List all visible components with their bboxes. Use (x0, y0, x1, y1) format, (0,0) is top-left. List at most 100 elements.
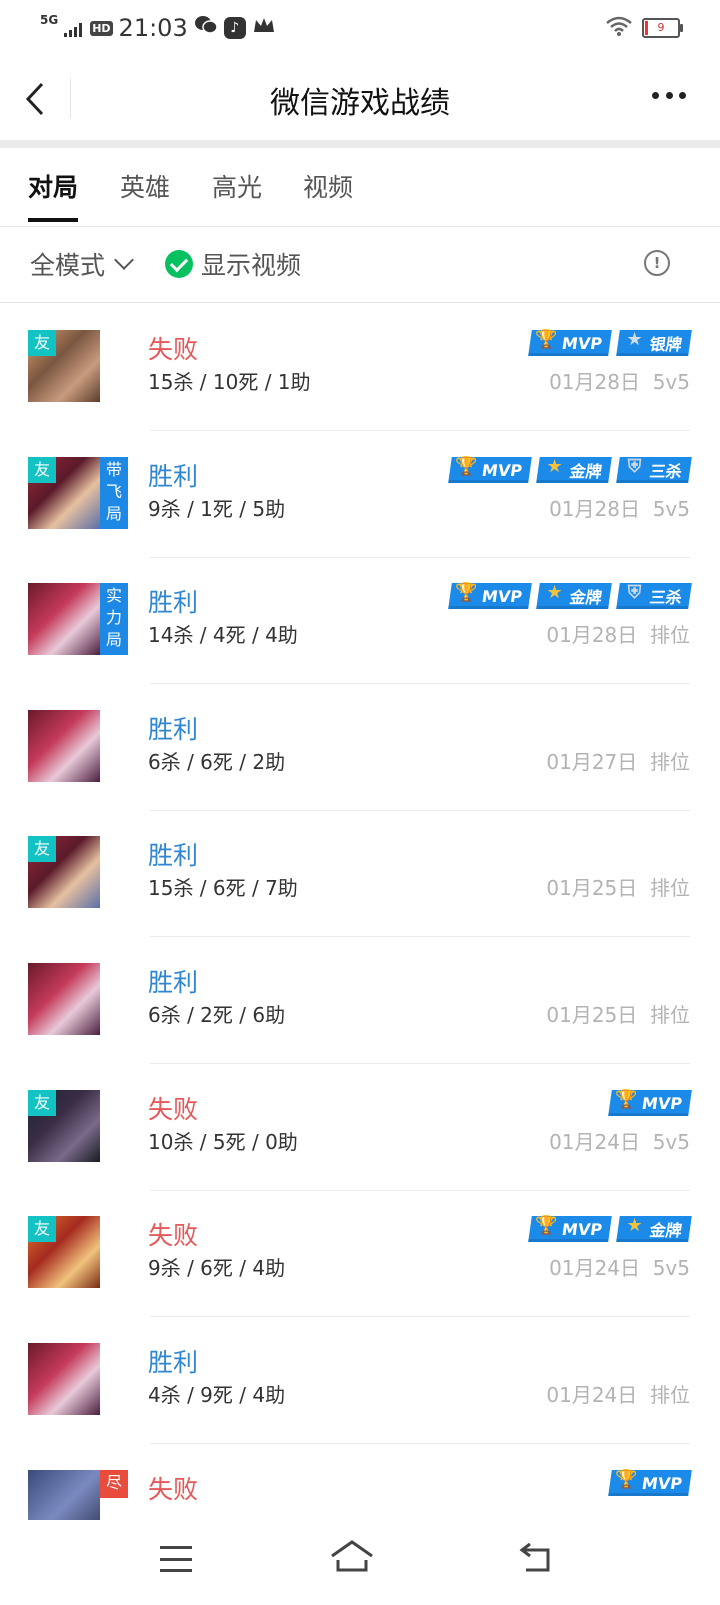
match-meta: 01月25日 排位 (546, 876, 690, 900)
friend-tag: 友 (28, 330, 56, 356)
match-kda: 15杀 / 6死 / 7助 (148, 876, 298, 900)
match-row[interactable]: 胜利 4杀 / 9死 / 4助 01月24日 排位 (0, 1315, 720, 1444)
wechat-icon (194, 14, 218, 42)
shield-icon: ⛨ (627, 581, 642, 603)
skill-tag: 实力局 (100, 583, 128, 655)
match-kda: 9杀 / 6死 / 4助 (148, 1256, 286, 1280)
gold-medal-badge: ★ 金牌 (536, 582, 612, 609)
match-result: 胜利 (148, 968, 199, 997)
shield-icon: ⛨ (627, 455, 642, 477)
more-icon[interactable] (652, 92, 686, 100)
star-icon: ★ (546, 455, 563, 477)
mvp-badge: 🏆 MVP (448, 456, 532, 483)
status-tag: 尽 (100, 1470, 128, 1498)
show-video-toggle[interactable]: 显示视频 (165, 246, 301, 282)
match-row[interactable]: 胜利 6杀 / 6死 / 2助 01月27日 排位 (0, 682, 720, 811)
match-row[interactable]: 友 失败 10杀 / 5死 / 0助 🏆 MVP 01月24日 5v5 (0, 1062, 720, 1191)
info-icon[interactable]: ! (644, 250, 670, 276)
mvp-badge: 🏆 MVP (528, 1215, 612, 1242)
page-title: 微信游戏战绩 (270, 86, 450, 121)
silver-medal-badge: ★ 银牌 (616, 329, 692, 356)
match-kda: 4杀 / 9死 / 4助 (148, 1383, 286, 1407)
check-circle-icon[interactable] (165, 250, 193, 278)
match-kda: 9杀 / 1死 / 5助 (148, 497, 286, 521)
tab-bar: 对局 英雄 高光 视频 (0, 148, 720, 227)
mode-label: 全模式 (30, 251, 106, 280)
mvp-badge: 🏆 MVP (448, 582, 532, 609)
match-meta: 01月28日 5v5 (549, 497, 690, 521)
match-meta: 01月24日 5v5 (549, 1130, 690, 1154)
badge-group: 🏆 MVP (608, 1089, 692, 1116)
status-right: 9 (606, 16, 683, 40)
hd-indicator: HD (90, 20, 113, 36)
friend-tag: 友 (28, 1090, 56, 1116)
match-result: 失败 (148, 335, 199, 364)
match-result: 胜利 (148, 462, 199, 491)
match-meta: 01月25日 排位 (546, 1003, 690, 1027)
star-icon: ★ (546, 581, 563, 603)
match-result: 失败 (148, 1221, 199, 1250)
tiktok-icon: ♪ (223, 17, 246, 39)
back-nav-icon[interactable] (518, 1540, 554, 1574)
mode-dropdown[interactable]: 全模式 (30, 246, 134, 282)
match-row[interactable]: 友 失败 15杀 / 10死 / 1助 🏆 MVP ★ 银牌 01月28日 5v5 (0, 302, 720, 431)
friend-tag: 友 (28, 836, 56, 862)
hero-avatar (28, 1470, 100, 1520)
status-bar: 5G HD 21:03 ♪ 9 (0, 0, 720, 56)
menu-icon[interactable] (160, 1546, 192, 1572)
match-kda: 6杀 / 6死 / 2助 (148, 750, 286, 774)
match-kda: 6杀 / 2死 / 6助 (148, 1003, 286, 1027)
trophy-icon: 🏆 (455, 455, 478, 477)
match-meta: 01月27日 排位 (546, 750, 690, 774)
match-meta: 01月28日 排位 (546, 623, 690, 647)
match-result: 胜利 (148, 1348, 199, 1377)
triple-kill-badge: ⛨ 三杀 (616, 456, 692, 483)
trophy-icon: 🏆 (455, 581, 478, 603)
match-meta: 01月24日 排位 (546, 1383, 690, 1407)
badge-group: 🏆 MVP ★ 金牌 ⛨ 三杀 (448, 582, 692, 609)
match-row[interactable]: 实力局 胜利 14杀 / 4死 / 4助 🏆 MVP ★ 金牌 ⛨ 三杀 01月28日… (0, 555, 720, 684)
tab-indicator (28, 218, 78, 222)
network-type: 5G (40, 13, 59, 27)
tab-matches[interactable]: 对局 (28, 168, 78, 204)
triple-kill-badge: ⛨ 三杀 (616, 582, 692, 609)
hero-avatar (28, 583, 100, 655)
trophy-icon: 🏆 (615, 1468, 638, 1490)
star-icon: ★ (626, 328, 643, 350)
match-row[interactable]: 胜利 6杀 / 2死 / 6助 01月25日 排位 (0, 935, 720, 1064)
tab-heroes[interactable]: 英雄 (120, 168, 170, 204)
filter-bar: 全模式 显示视频 ! (0, 226, 720, 303)
battery-level: 9 (657, 21, 665, 34)
system-nav-bar (0, 1520, 720, 1605)
wifi-icon (606, 16, 632, 40)
hero-avatar (28, 1343, 100, 1415)
badge-group: 🏆 MVP ★ 银牌 (528, 329, 692, 356)
match-row[interactable]: 友 胜利 15杀 / 6死 / 7助 01月25日 排位 (0, 808, 720, 937)
match-kda: 15杀 / 10死 / 1助 (148, 370, 311, 394)
battery-icon: 9 (642, 18, 683, 38)
match-kda: 10杀 / 5死 / 0助 (148, 1130, 298, 1154)
tab-highlights[interactable]: 高光 (212, 168, 262, 204)
match-row[interactable]: 尽 失败 🏆 MVP (0, 1442, 720, 1520)
match-row[interactable]: 友 带飞局 胜利 9杀 / 1死 / 5助 🏆 MVP ★ 金牌 ⛨ 三杀 01月28… (0, 429, 720, 558)
hero-avatar (28, 963, 100, 1035)
trophy-icon: 🏆 (535, 328, 558, 350)
trophy-icon: 🏆 (615, 1088, 638, 1110)
match-row[interactable]: 友 失败 9杀 / 6死 / 4助 🏆 MVP ★ 金牌 01月24日 5v5 (0, 1188, 720, 1317)
match-result: 失败 (148, 1095, 199, 1124)
status-left: 5G HD 21:03 ♪ (40, 14, 276, 42)
match-kda: 14杀 / 4死 / 4助 (148, 623, 298, 647)
badge-group: 🏆 MVP ★ 金牌 (528, 1215, 692, 1242)
match-list: 友 失败 15杀 / 10死 / 1助 🏆 MVP ★ 银牌 01月28日 5v5 … (0, 302, 720, 1520)
tab-videos[interactable]: 视频 (303, 168, 353, 204)
home-icon[interactable] (330, 1538, 374, 1574)
hero-avatar (28, 710, 100, 782)
friend-tag: 友 (28, 457, 56, 483)
nav-bar: 微信游戏战绩 (0, 56, 720, 148)
status-time: 21:03 (118, 14, 188, 42)
mvp-badge: 🏆 MVP (528, 329, 612, 356)
gold-medal-badge: ★ 金牌 (536, 456, 612, 483)
trophy-icon: 🏆 (535, 1214, 558, 1236)
crown-icon (252, 14, 276, 42)
star-icon: ★ (626, 1214, 643, 1236)
